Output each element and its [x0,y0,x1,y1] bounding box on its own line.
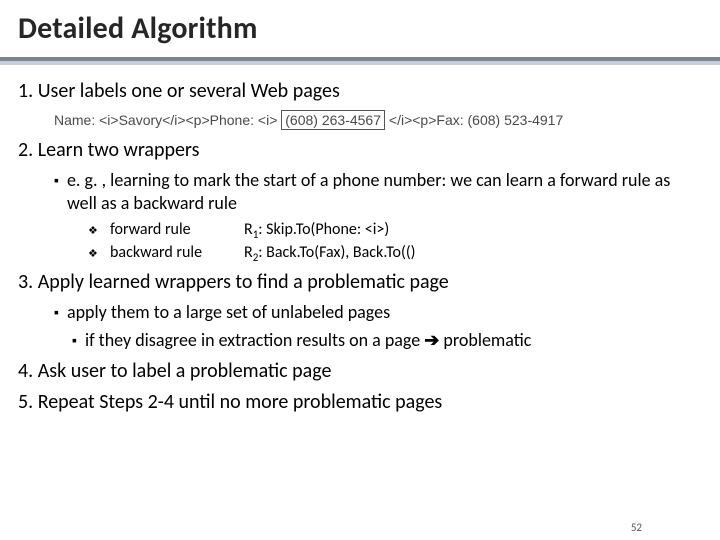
forward-rule-value: R1: Skip.To(Phone: <i>) [244,220,702,241]
bullet-icon: ▪ [54,169,59,214]
step-3-sub-1-text: apply them to a large set of unlabeled p… [67,301,390,325]
step-2: 2. Learn two wrappers [18,138,702,163]
step-3-sub-2-text: if they disagree in extraction results o… [85,329,531,353]
rules-grid: ❖ forward rule R1: Skip.To(Phone: <i>) ❖… [88,220,702,264]
step-1: 1. User labels one or several Web pages [18,79,702,104]
backward-rule-value: R2: Back.To(Fax), Back.To(() [244,243,702,264]
backward-rule-label: backward rule [110,243,240,262]
slide-body: 1. User labels one or several Web pages … [0,79,720,415]
title-divider [0,57,720,65]
forward-rule-label: forward rule [110,220,240,239]
step-4: 4. Ask user to label a problematic page [18,359,702,384]
step-3-sub-1: ▪ apply them to a large set of unlabeled… [54,301,702,325]
step-3-sub-2: ▪ if they disagree in extraction results… [72,329,702,353]
page-number: 52 [631,521,642,534]
example-boxed: (608) 263-4567 [281,110,385,130]
bullet-icon: ▪ [54,301,59,325]
diamond-icon: ❖ [88,221,106,241]
example-pre: Name: <i>Savory</i><p>Phone: <i> [54,112,277,128]
example-post: </i><p>Fax: (608) 523-4917 [389,112,563,128]
slide-title: Detailed Algorithm [0,0,720,53]
bullet-icon: ▪ [72,329,77,353]
example-line: Name: <i>Savory</i><p>Phone: <i> (608) 2… [54,112,702,128]
arrow-icon: ➔ [424,329,439,351]
step-3: 3. Apply learned wrappers to find a prob… [18,270,702,295]
step-2-sub: ▪ e. g. , learning to mark the start of … [54,169,702,214]
step-5: 5. Repeat Steps 2-4 until no more proble… [18,390,702,415]
diamond-icon: ❖ [88,244,106,264]
step-2-sub-text: e. g. , learning to mark the start of a … [67,169,702,214]
